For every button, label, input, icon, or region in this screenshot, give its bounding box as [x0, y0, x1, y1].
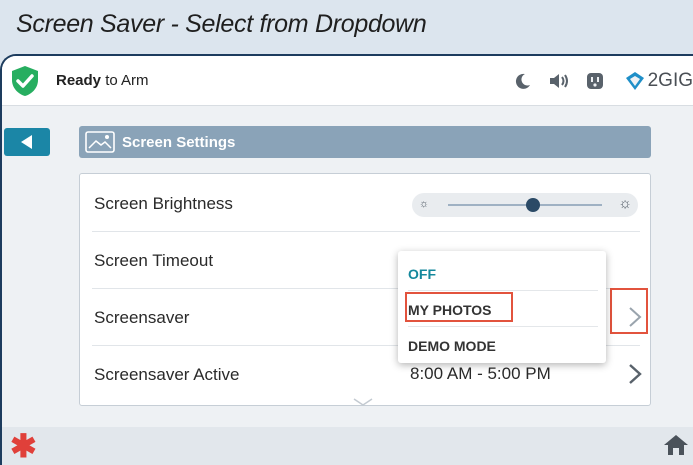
- brightness-low-icon: ☼: [419, 198, 430, 210]
- brightness-high-icon: ☼: [618, 195, 632, 212]
- panel-header: Screen Settings: [79, 126, 651, 158]
- caption-title: Screen Saver - Select from Dropdown: [16, 10, 427, 38]
- status-bar: Ready to Arm 2GIG: [2, 56, 693, 106]
- bottom-bar: ✱: [2, 427, 693, 465]
- brightness-thumb[interactable]: [525, 198, 540, 212]
- my-photos-highlight: [405, 292, 513, 322]
- scroll-down-icon[interactable]: [352, 397, 374, 407]
- back-arrow-icon: [21, 135, 32, 149]
- brand-logo: 2GIG: [624, 70, 693, 92]
- dropdown-option-off[interactable]: OFF: [408, 255, 598, 291]
- arm-status-rest: to Arm: [101, 72, 149, 89]
- brightness-slider[interactable]: ☼ ☼: [412, 193, 638, 217]
- moon-icon[interactable]: [510, 68, 536, 94]
- screensaver-active-chevron-icon[interactable]: [628, 363, 642, 385]
- home-icon[interactable]: [663, 433, 689, 457]
- screen-image-icon: [85, 131, 115, 153]
- row-screen-brightness: Screen Brightness ☼ ☼: [92, 175, 640, 232]
- brand-logo-icon: [625, 72, 644, 90]
- speaker-icon[interactable]: [546, 68, 572, 94]
- dropdown-option-demo-mode[interactable]: DEMO MODE: [408, 327, 598, 363]
- arm-status[interactable]: Ready to Arm: [56, 72, 149, 89]
- brand-name: 2GIG: [647, 70, 693, 91]
- screensaver-active-value: 8:00 AM - 5:00 PM: [410, 364, 551, 383]
- page-title: Screen Settings: [122, 134, 236, 151]
- back-button[interactable]: [4, 128, 50, 156]
- emergency-icon[interactable]: ✱: [10, 430, 37, 462]
- screen-timeout-label: Screen Timeout: [94, 251, 214, 270]
- outlet-icon[interactable]: [582, 68, 608, 94]
- panel-screen: Ready to Arm 2GIG Screen Settings Screen…: [0, 54, 693, 465]
- screensaver-active-label: Screensaver Active: [94, 365, 240, 384]
- shield-check-icon[interactable]: [10, 65, 40, 97]
- screensaver-label: Screensaver: [94, 308, 190, 327]
- screen-brightness-label: Screen Brightness: [94, 194, 233, 213]
- screensaver-chevron-highlight: [610, 288, 648, 334]
- arm-status-bold: Ready: [56, 72, 102, 89]
